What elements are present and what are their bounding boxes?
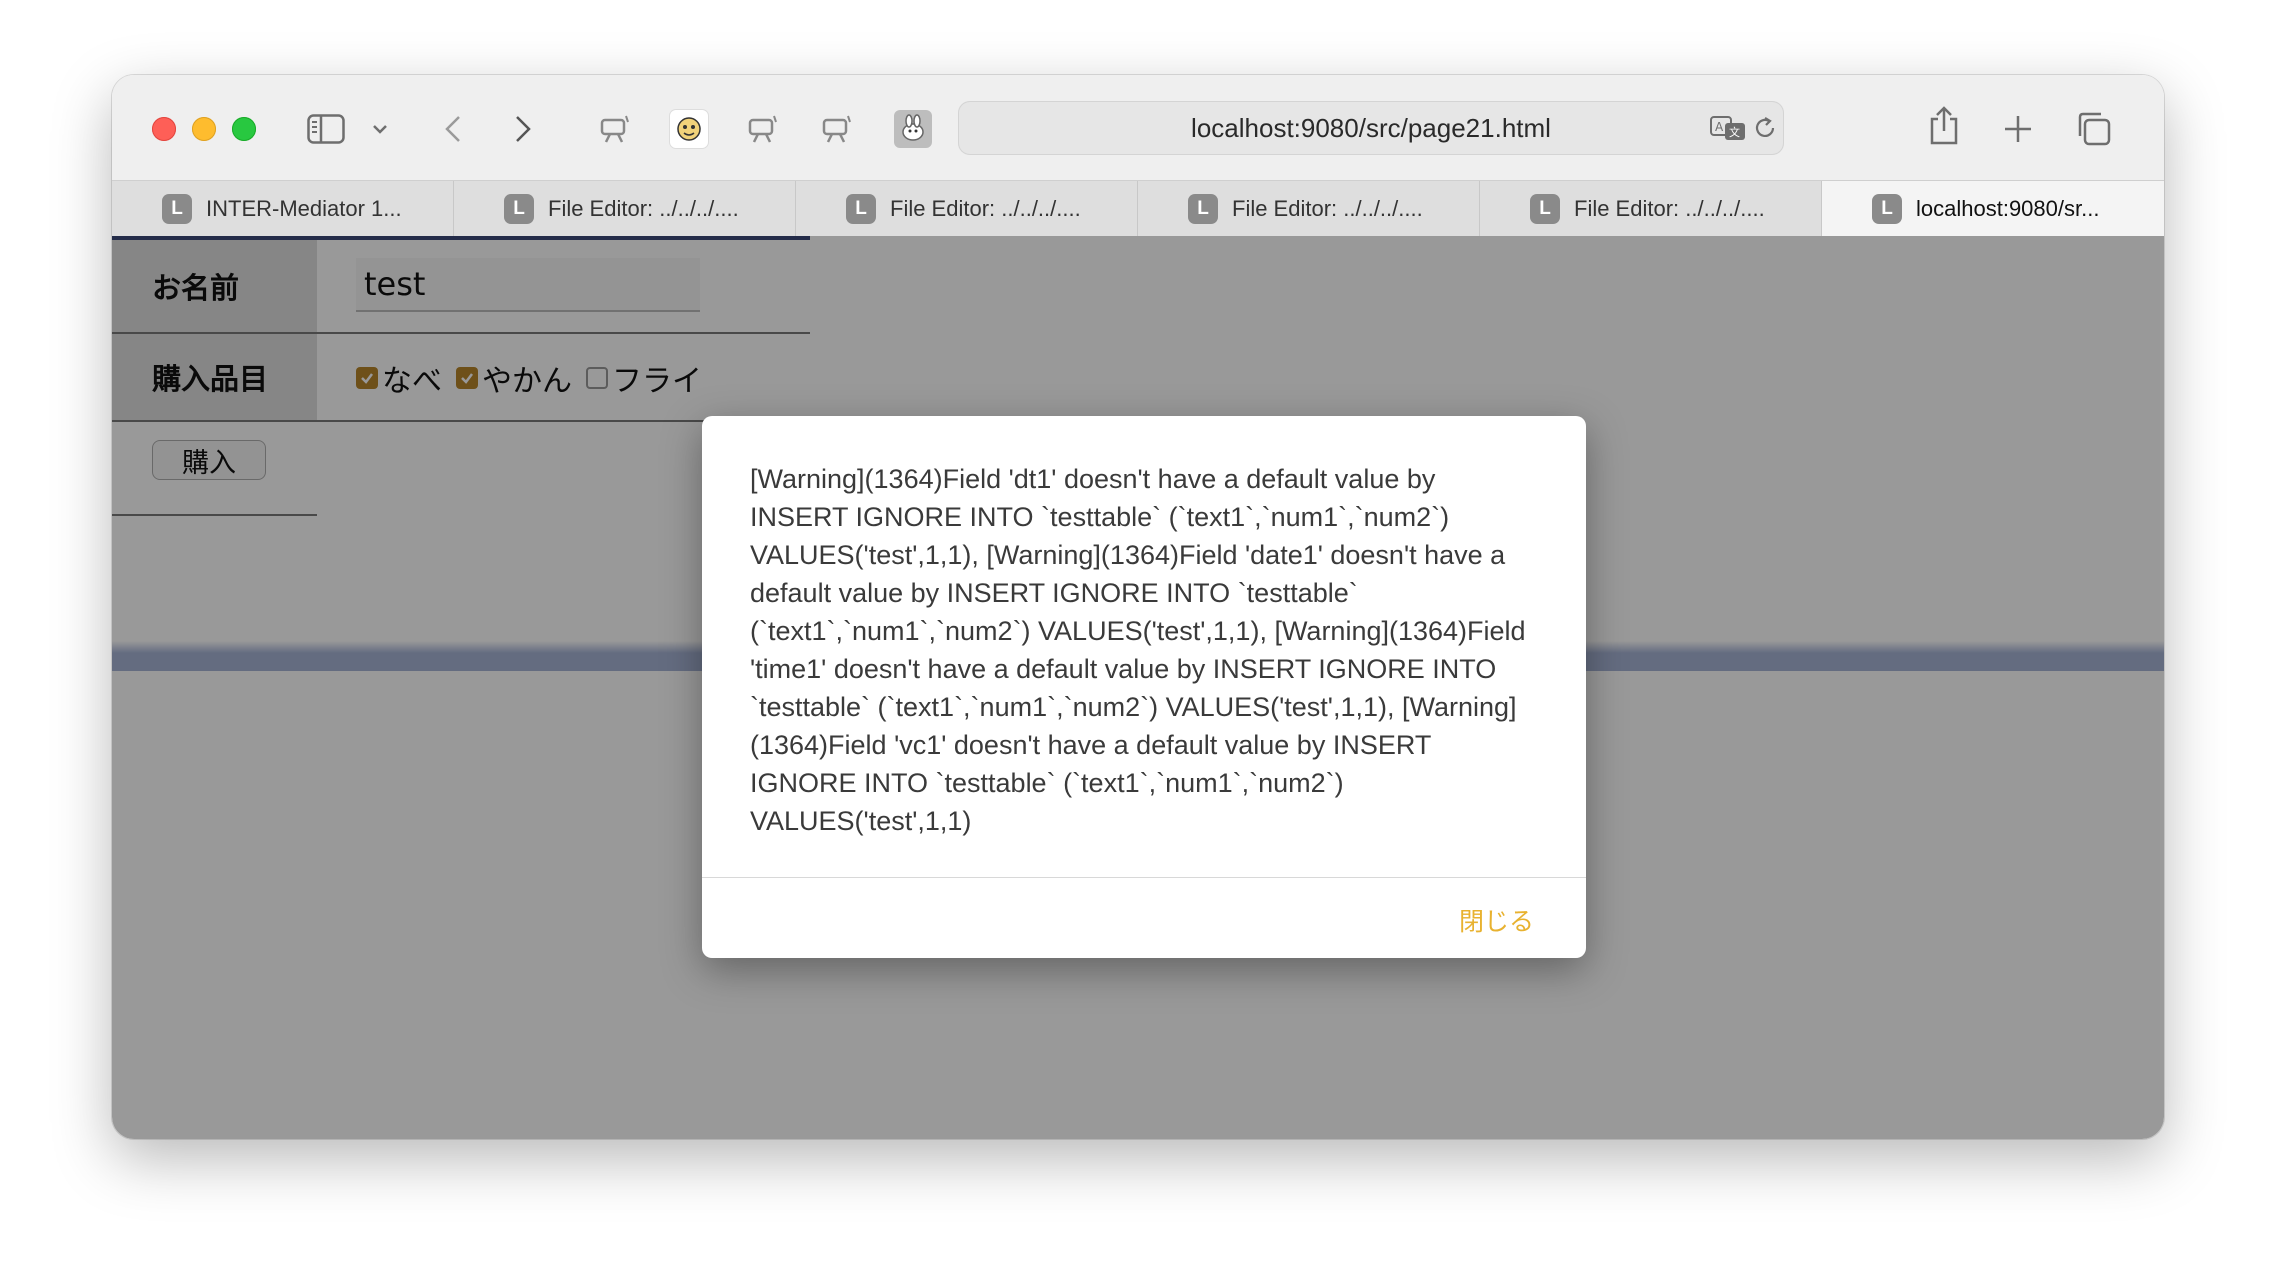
minimize-window-button[interactable]	[192, 117, 216, 141]
share-icon[interactable]	[1926, 103, 1962, 147]
extension-icon-1[interactable]	[596, 110, 634, 148]
tab-file-editor-2[interactable]: L File Editor: ../../../....	[796, 181, 1138, 237]
new-tab-icon[interactable]	[2000, 111, 2036, 147]
warning-dialog: [Warning](1364)Field 'dt1' doesn't have …	[702, 416, 1586, 958]
close-dialog-button[interactable]: 閉じる	[1459, 902, 1534, 938]
extension-icon-4[interactable]	[818, 110, 856, 148]
modal-overlay[interactable]: [Warning](1364)Field 'dt1' doesn't have …	[112, 236, 2164, 1139]
extension-icon-3[interactable]	[744, 110, 782, 148]
chevron-down-icon[interactable]	[370, 119, 390, 139]
tab-inter-mediator[interactable]: L INTER-Mediator 1...	[112, 181, 454, 237]
tab-overview-icon[interactable]	[2074, 109, 2112, 147]
address-bar[interactable]: localhost:9080/src/page21.html A文	[958, 101, 1784, 155]
tab-file-editor-4[interactable]: L File Editor: ../../../....	[1480, 181, 1822, 237]
url-text[interactable]: localhost:9080/src/page21.html	[958, 101, 1784, 155]
tab-label: localhost:9080/sr...	[1916, 196, 2100, 221]
dialog-divider	[702, 877, 1586, 878]
svg-text:A: A	[1715, 120, 1724, 134]
tab-favicon: L	[1872, 194, 1902, 224]
tab-label: INTER-Mediator 1...	[206, 196, 402, 221]
tab-favicon: L	[1188, 194, 1218, 224]
svg-text:文: 文	[1729, 125, 1740, 139]
back-icon[interactable]	[438, 111, 468, 147]
browser-window: localhost:9080/src/page21.html A文 L INTE…	[112, 75, 2164, 1139]
browser-toolbar: localhost:9080/src/page21.html A文	[112, 75, 2164, 180]
zoom-window-button[interactable]	[232, 117, 256, 141]
extension-icon-2[interactable]	[670, 110, 708, 148]
tab-label: File Editor: ../../../....	[1574, 196, 1765, 221]
extension-icon-5[interactable]	[894, 110, 932, 148]
tab-label: File Editor: ../../../....	[548, 196, 739, 221]
tab-label: File Editor: ../../../....	[890, 196, 1081, 221]
close-window-button[interactable]	[152, 117, 176, 141]
tab-favicon: L	[846, 194, 876, 224]
tab-file-editor-3[interactable]: L File Editor: ../../../....	[1138, 181, 1480, 237]
reload-icon[interactable]	[1752, 115, 1778, 141]
tab-bar: L INTER-Mediator 1... L File Editor: ../…	[112, 180, 2164, 237]
sidebar-toggle-icon[interactable]	[306, 111, 346, 147]
tab-favicon: L	[1530, 194, 1560, 224]
tab-file-editor-1[interactable]: L File Editor: ../../../....	[454, 181, 796, 237]
tab-label: File Editor: ../../../....	[1232, 196, 1423, 221]
forward-icon[interactable]	[508, 111, 538, 147]
dialog-message: [Warning](1364)Field 'dt1' doesn't have …	[750, 464, 1526, 836]
translate-icon[interactable]: A文	[1710, 115, 1746, 141]
tab-localhost-page21[interactable]: L localhost:9080/sr...	[1822, 181, 2164, 237]
tab-favicon: L	[162, 194, 192, 224]
tab-favicon: L	[504, 194, 534, 224]
